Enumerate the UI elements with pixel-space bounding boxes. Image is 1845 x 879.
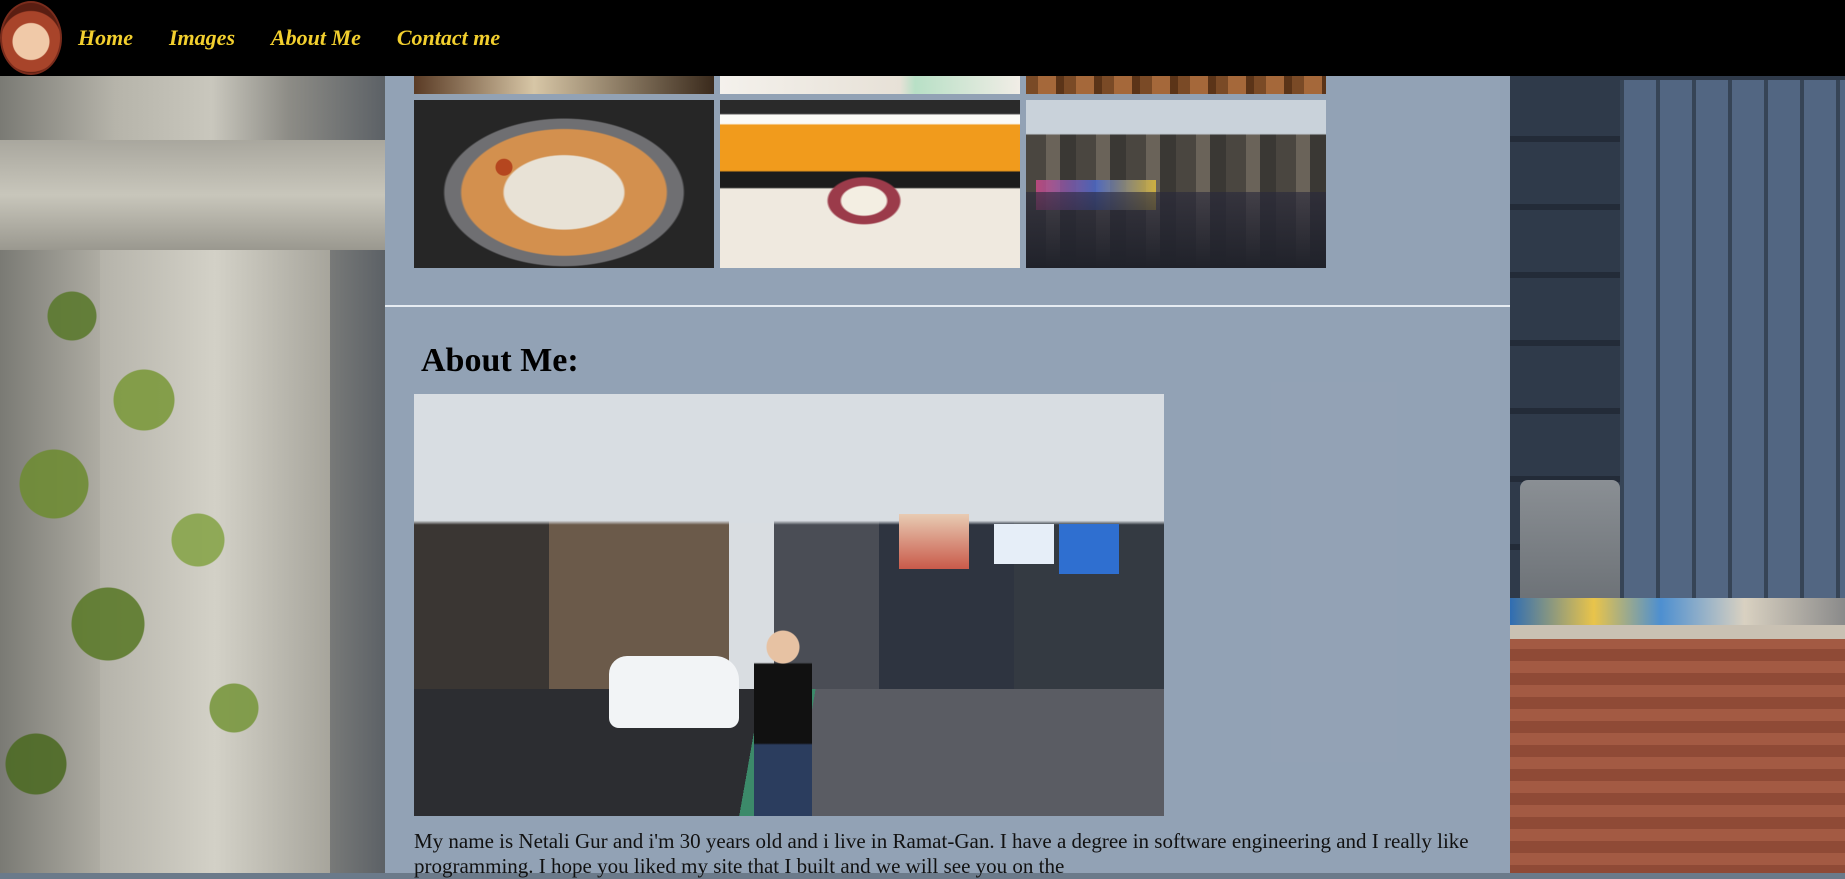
avatar[interactable] <box>0 1 62 75</box>
background-concrete-ledge <box>0 140 385 250</box>
about-text: My name is Netali Gur and i'm 30 years o… <box>414 829 1469 878</box>
background-brick-building <box>1510 625 1845 873</box>
background-mural <box>1510 598 1845 628</box>
background-vines <box>0 260 360 820</box>
photo-billboard <box>899 514 969 569</box>
about-photo-times-square <box>414 394 1164 816</box>
nav-home[interactable]: Home <box>78 25 133 51</box>
background-photo-left <box>0 0 385 873</box>
gallery-image-partial-2[interactable] <box>720 76 1020 94</box>
gallery-image-partial-1[interactable] <box>414 76 714 94</box>
photo-billboard <box>1059 524 1119 574</box>
photo-police-car <box>609 656 739 728</box>
about-heading: About Me: <box>421 342 579 379</box>
photo-person <box>754 624 812 816</box>
section-divider <box>385 305 1510 307</box>
navbar: Home Images About Me Contact me <box>0 0 1845 76</box>
nav-about-me[interactable]: About Me <box>271 25 361 51</box>
photo-billboard <box>994 524 1054 564</box>
background-photo-right <box>1510 0 1845 873</box>
gallery-image-ice-cream[interactable] <box>720 100 1020 268</box>
background-water-tower <box>1520 480 1620 600</box>
gallery-image-street[interactable] <box>1026 100 1326 268</box>
gallery-image-pizza[interactable] <box>414 100 714 268</box>
gallery-image-partial-3[interactable] <box>1026 76 1326 94</box>
background-glass-building <box>1620 80 1845 600</box>
nav-images[interactable]: Images <box>169 25 235 51</box>
nav-contact-me[interactable]: Contact me <box>397 25 500 51</box>
